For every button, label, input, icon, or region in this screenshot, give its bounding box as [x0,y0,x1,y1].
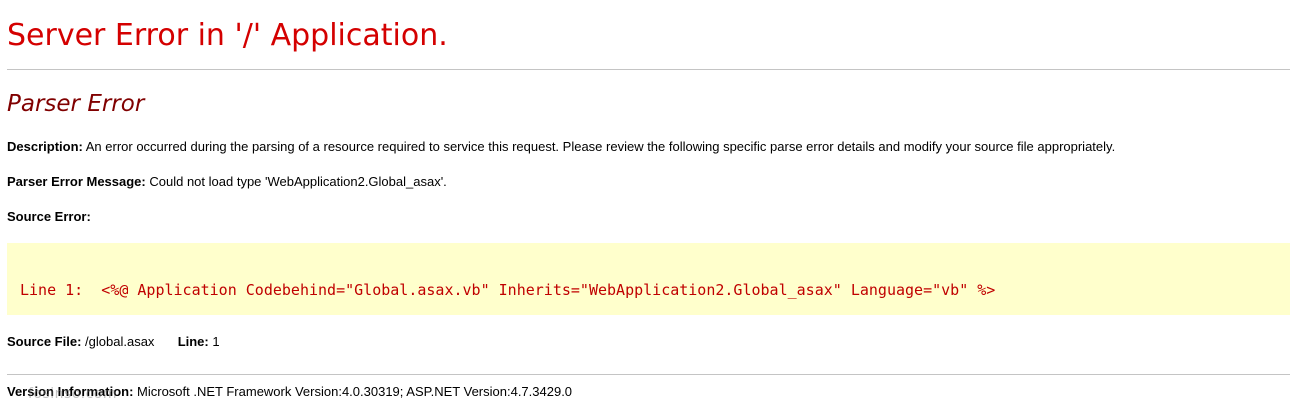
parser-message-row: Parser Error Message: Could not load typ… [7,174,447,190]
bottom-divider [7,374,1290,375]
parser-message-text: Could not load type 'WebApplication2.Glo… [149,174,447,189]
source-code-box: Line 1: <%@ Application Codebehind="Glob… [7,243,1290,315]
page-title: Server Error in '/' Application. [7,18,448,53]
line-number: Line 1: [20,281,84,299]
source-code-text: <%@ Application Codebehind="Global.asax.… [101,281,996,299]
line-value: 1 [212,334,220,349]
top-divider [7,69,1290,70]
source-file-value: /global.asax [85,334,155,349]
description-text: An error occurred during the parsing of … [85,139,1116,154]
description-label: Description: [7,139,83,154]
source-error-row: Source Error: [7,209,91,225]
error-type-heading: Parser Error [7,91,145,117]
parser-message-label: Parser Error Message: [7,174,146,189]
source-file-row: Source File: /global.asax Line: 1 [7,334,220,350]
line-label: Line: [177,334,209,349]
source-error-label: Source Error: [7,209,91,224]
source-file-label: Source File: [7,334,82,349]
version-text: Microsoft .NET Framework Version:4.0.303… [137,384,573,399]
watermark: fosinso.com [28,386,118,402]
source-code-line: Line 1: <%@ Application Codebehind="Glob… [20,280,995,300]
description-row: Description: An error occurred during th… [7,139,1115,155]
error-page: Server Error in '/' Application. Parser … [0,0,1290,417]
